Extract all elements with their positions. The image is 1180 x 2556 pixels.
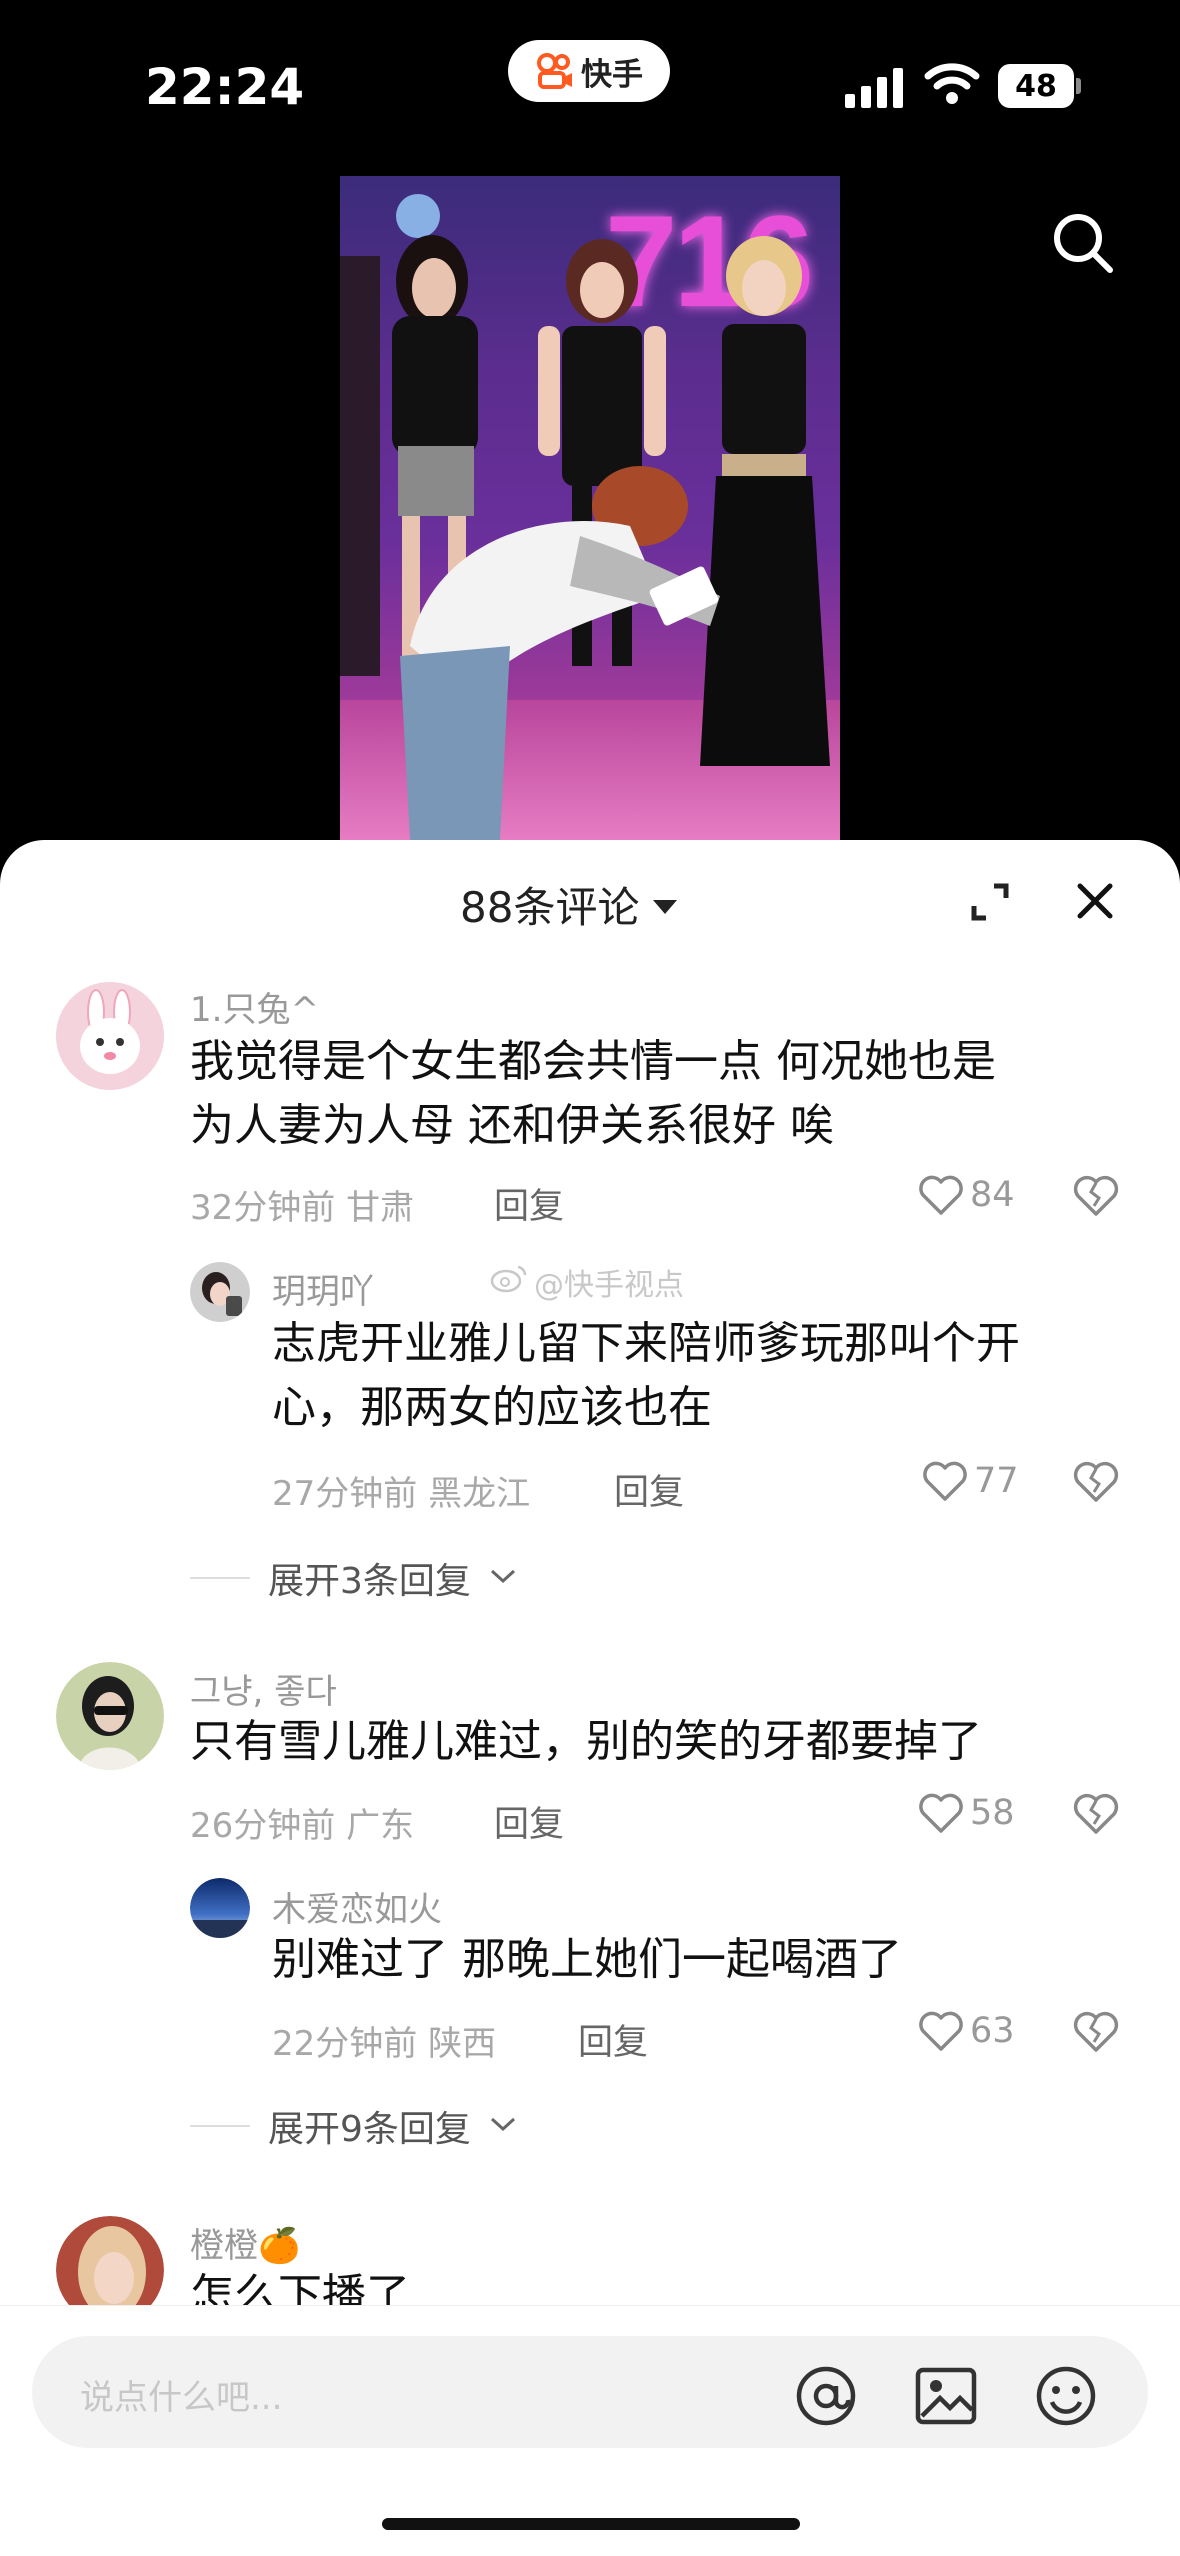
reply-meta: 27分钟前 黑龙江: [272, 1466, 530, 1515]
reply-text: 别难过了 那晚上她们一起喝酒了: [272, 1928, 902, 1992]
close-icon[interactable]: [1076, 882, 1114, 920]
status-time: 22:24: [145, 58, 305, 116]
comment-username[interactable]: 1.只兔^: [190, 982, 319, 1031]
reply-location: 黑龙江: [428, 1474, 531, 1514]
comment-text: 我觉得是个女生都会共情一点 何况她也是 为人妻为人母 还和伊关系很好 唉: [190, 1030, 996, 1158]
avatar[interactable]: [56, 982, 164, 1090]
home-indicator: [382, 2518, 800, 2530]
weibo-icon: [490, 1263, 528, 1301]
comment-time: 26分钟前: [190, 1806, 336, 1846]
comments-header: 88条评论: [0, 840, 1180, 960]
expand-replies-label: 展开9条回复: [268, 2109, 471, 2150]
divider-line: [190, 2125, 250, 2127]
expand-replies-button[interactable]: 展开9条回复: [190, 2100, 517, 2152]
comment-input-bar: 说点什么吧...: [0, 2305, 1180, 2556]
comment-meta: 32分钟前 甘肃: [190, 1180, 414, 1229]
watermark: @快手视点: [490, 1260, 684, 1304]
reply-username[interactable]: 玥玥吖: [272, 1264, 374, 1313]
kuaishou-logo-icon: [535, 51, 575, 91]
comment-text-line: 我觉得是个女生都会共情一点 何况她也是: [190, 1036, 996, 1087]
heart-icon: [919, 1793, 963, 1833]
reply-button[interactable]: 回复: [494, 1178, 564, 1229]
fullscreen-expand-icon[interactable]: [970, 882, 1010, 922]
like-count: 84: [970, 1175, 1015, 1215]
caret-down-icon: [653, 899, 678, 914]
comment-text: 只有雪儿雅儿难过，别的笑的牙都要掉了: [190, 1710, 982, 1774]
broken-heart-icon[interactable]: [1072, 2010, 1120, 2054]
reply-text-line: 别难过了 那晚上她们一起喝酒了: [272, 1934, 902, 1985]
avatar[interactable]: [190, 1262, 250, 1322]
wifi-icon: [924, 60, 980, 106]
comment-time: 32分钟前: [190, 1188, 336, 1228]
battery-level: 48: [998, 64, 1074, 108]
video-scene-image: [340, 194, 830, 840]
image-picker-icon[interactable]: [914, 2364, 978, 2428]
comment-text-line: 只有雪儿雅儿难过，别的笑的牙都要掉了: [190, 1716, 982, 1767]
reply-text: 志虎开业雅儿留下来陪师爹玩那叫个开 心，那两女的应该也在: [272, 1312, 1020, 1440]
chevron-down-icon: [489, 1566, 517, 1590]
like-button[interactable]: 77: [922, 1460, 1019, 1502]
like-count: 63: [970, 2011, 1015, 2051]
comment-input-placeholder: 说点什么吧...: [80, 2378, 283, 2418]
comments-panel: 88条评论 1.只兔^ 我觉得是个女生都会共情一点 何况她也是 为人妻为人母 还…: [0, 840, 1180, 2556]
comments-title: 88条评论: [460, 883, 640, 932]
reply-time: 22分钟前: [272, 2024, 418, 2064]
like-button[interactable]: 84: [918, 1174, 1015, 1216]
reply-text-line: 志虎开业雅儿留下来陪师爹玩那叫个开: [272, 1318, 1020, 1369]
reply-username[interactable]: 木爱恋如火: [272, 1882, 442, 1931]
cellular-signal-icon: [845, 66, 907, 108]
expand-replies-label: 展开3条回复: [268, 1561, 471, 1602]
broken-heart-icon[interactable]: [1072, 1460, 1120, 1504]
comments-count-dropdown[interactable]: 88条评论: [460, 874, 678, 935]
like-button[interactable]: 58: [918, 1792, 1015, 1834]
comment-username[interactable]: 橙橙🍊: [190, 2218, 300, 2267]
like-button[interactable]: 63: [918, 2010, 1015, 2052]
comment-meta: 26分钟前 广东: [190, 1798, 414, 1847]
avatar[interactable]: [56, 1662, 164, 1770]
chevron-down-icon: [489, 2114, 517, 2138]
comment-input[interactable]: 说点什么吧...: [32, 2336, 1148, 2448]
broken-heart-icon[interactable]: [1072, 1174, 1120, 1218]
at-mention-icon[interactable]: [794, 2364, 858, 2428]
expand-replies-button[interactable]: 展开3条回复: [190, 1552, 517, 1604]
status-bar: 22:24 快手 48: [0, 0, 1180, 170]
like-count: 77: [974, 1461, 1019, 1501]
app-badge[interactable]: 快手: [508, 40, 670, 102]
reply-location: 陕西: [428, 2024, 497, 2064]
video-player[interactable]: 716: [340, 176, 840, 840]
reply-meta: 22分钟前 陕西: [272, 2016, 496, 2065]
heart-icon: [919, 2011, 963, 2051]
app-name: 快手: [581, 56, 643, 93]
avatar[interactable]: [190, 1878, 250, 1938]
heart-icon: [923, 1461, 967, 1501]
reply-button[interactable]: 回复: [494, 1796, 564, 1847]
watermark-text: @快手视点: [534, 1268, 684, 1303]
search-icon[interactable]: [1050, 210, 1116, 276]
broken-heart-icon[interactable]: [1072, 1792, 1120, 1836]
divider-line: [190, 1577, 250, 1579]
reply-text-line: 心，那两女的应该也在: [272, 1382, 712, 1433]
comment-text-line: 为人妻为人母 还和伊关系很好 唉: [190, 1100, 834, 1151]
reply-time: 27分钟前: [272, 1474, 418, 1514]
comment-location: 广东: [346, 1806, 415, 1846]
comment-username[interactable]: 그냥, 좋다: [190, 1664, 337, 1713]
reply-button[interactable]: 回复: [578, 2014, 648, 2065]
emoji-icon[interactable]: [1034, 2364, 1098, 2428]
battery-icon: 48: [998, 64, 1081, 108]
heart-icon: [919, 1175, 963, 1215]
like-count: 58: [970, 1793, 1015, 1833]
reply-button[interactable]: 回复: [614, 1464, 684, 1515]
comment-location: 甘肃: [346, 1188, 415, 1228]
